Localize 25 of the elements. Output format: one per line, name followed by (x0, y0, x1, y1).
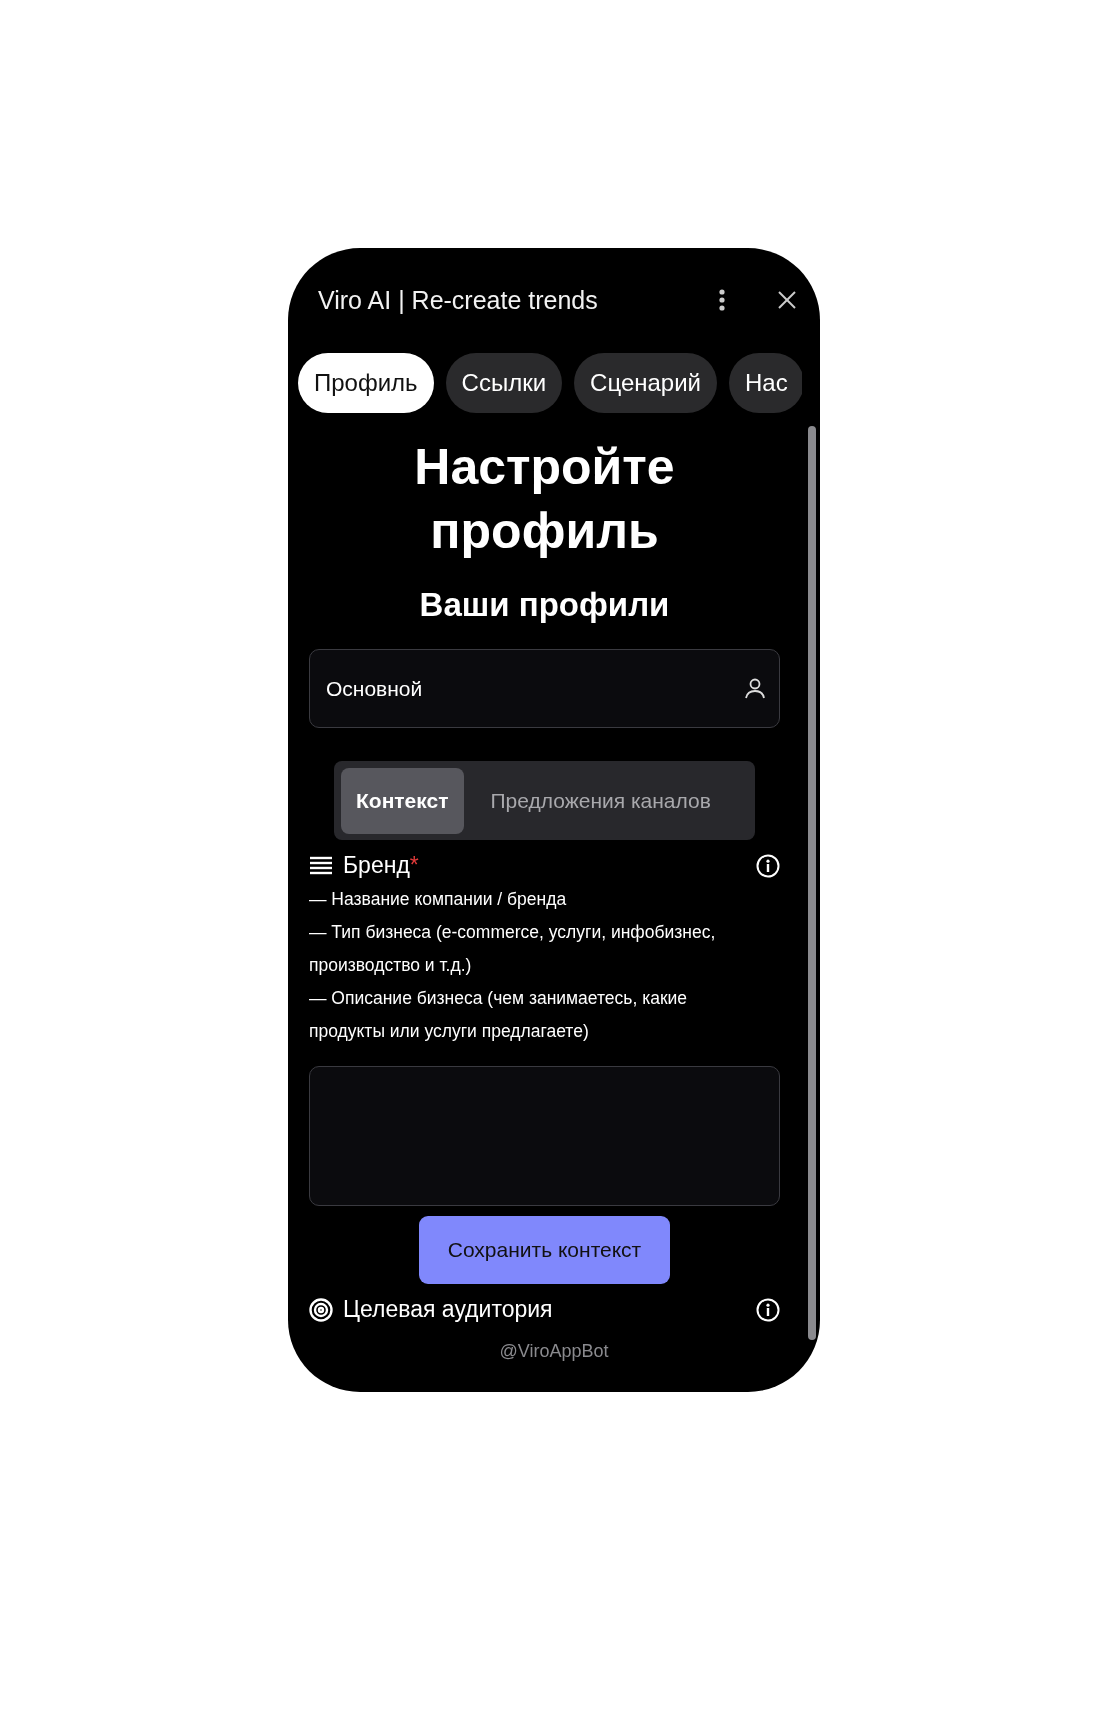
bot-handle: @ViroAppBot (499, 1340, 609, 1362)
hint-text: — Название компании / бренда (309, 888, 568, 911)
save-button[interactable]: Сохранить контекст (419, 1216, 670, 1284)
list-icon (309, 855, 333, 876)
tab[interactable]: Сценарий (574, 353, 718, 413)
hint-text: — Тип бизнеса (e-commerce, услуги, инфобизнес, производство и т.д.) (309, 921, 717, 977)
segment-tab[interactable]: Предложения каналов (475, 767, 726, 834)
field-label: Целевая аудитория (343, 1296, 553, 1323)
target-icon (309, 1297, 333, 1322)
user-icon (744, 677, 766, 699)
tab[interactable]: Ссылки (445, 353, 563, 413)
more-icon[interactable] (718, 289, 726, 311)
section-heading: Ваши профили (418, 585, 671, 625)
page-heading: Настройте профиль (413, 438, 676, 561)
info-icon[interactable] (756, 1297, 780, 1322)
field-label: Бренд* (343, 852, 419, 879)
tab[interactable]: Профиль (298, 353, 434, 413)
window-title: Viro AI | Re-create trends (318, 285, 599, 315)
segment-tab[interactable]: Контекст (341, 767, 464, 834)
tab[interactable]: Нас (729, 353, 802, 413)
profile-field[interactable]: Основной (309, 649, 780, 728)
close-icon[interactable] (778, 291, 796, 309)
hint-text: — Описание бизнеса (чем занимаетесь, какие продукты или услуги предлагаете) (309, 987, 689, 1043)
scrollbar[interactable] (808, 426, 816, 1340)
info-icon[interactable] (756, 853, 780, 878)
